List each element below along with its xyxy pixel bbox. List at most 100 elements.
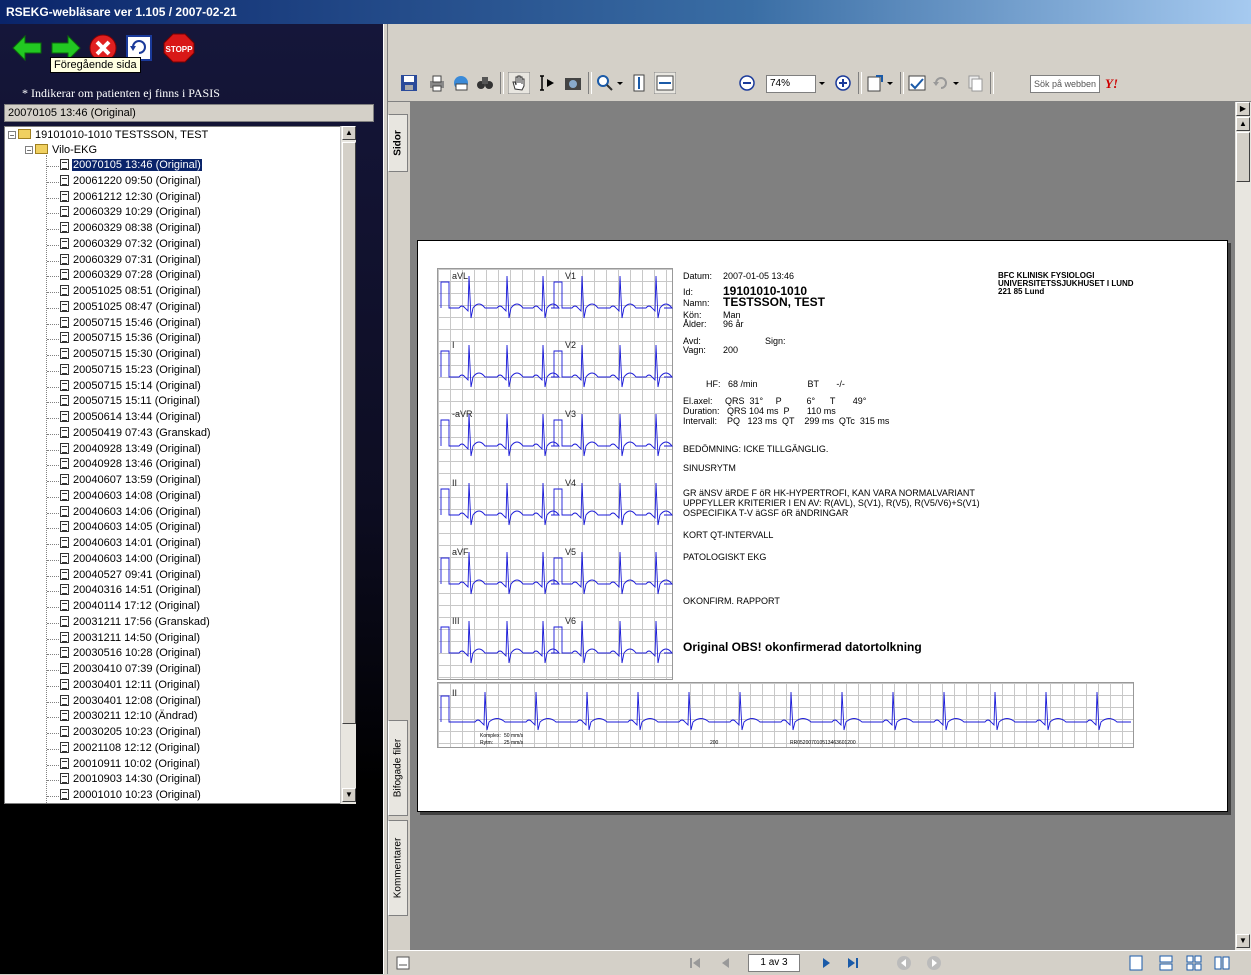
viewer-scrollbar[interactable]: ▶ ▲ ▼ (1235, 102, 1251, 950)
scroll-thumb[interactable] (1236, 132, 1250, 182)
tree-record-item[interactable]: 20060329 08:38 (Original) (60, 221, 202, 236)
forward-view-icon[interactable] (926, 955, 942, 971)
tree-record-item[interactable]: 20050715 15:14 (Original) (60, 379, 202, 394)
tree-record-item[interactable]: 20051025 08:47 (Original) (60, 300, 202, 315)
previous-page-icon[interactable] (718, 956, 732, 970)
tree-record-item[interactable]: 20030211 12:10 (Ändrad) (60, 709, 199, 724)
fit-width-icon[interactable] (654, 72, 676, 94)
tree-record-item[interactable]: 20010911 10:02 (Original) (60, 757, 201, 772)
tree-record-item[interactable]: 20061212 12:30 (Original) (60, 190, 202, 205)
bedomning-text: BEDÖMNING: ICKE TILLGÄNGLIG. (683, 444, 829, 454)
tree-record-item[interactable]: 20040928 13:49 (Original) (60, 442, 202, 457)
search-binoculars-icon[interactable] (476, 74, 494, 92)
chevron-down-icon[interactable] (886, 74, 894, 92)
tree-record-item[interactable]: 20050715 15:23 (Original) (60, 363, 202, 378)
tab-attachments[interactable]: Bifogade filer (388, 720, 408, 816)
tree-record-item[interactable]: 20060329 10:29 (Original) (60, 205, 202, 220)
tree-record-item[interactable]: 20050419 07:43 (Granskad) (60, 426, 212, 441)
tree-record-item[interactable]: 20040603 14:01 (Original) (60, 536, 202, 551)
spellcheck-icon[interactable] (908, 74, 926, 92)
web-search-input[interactable]: Sök på webben (1030, 75, 1100, 93)
tree-patient-node[interactable]: − 19101010-1010 TESTSSON, TEST (8, 128, 209, 143)
tree-record-item[interactable]: 20030516 10:28 (Original) (60, 646, 202, 661)
tree-record-item[interactable]: 20050715 15:30 (Original) (60, 347, 202, 362)
tree-record-item[interactable]: 20040928 13:46 (Original) (60, 457, 202, 472)
next-page-icon[interactable] (820, 956, 834, 970)
tree-record-item[interactable]: 20060329 07:31 (Original) (60, 253, 202, 268)
select-text-icon[interactable] (538, 74, 556, 92)
tree-connector (47, 496, 59, 498)
scroll-up-icon[interactable]: ▲ (1236, 117, 1250, 131)
tree-folder-node[interactable]: − Vilo-EKG (25, 143, 98, 158)
copy-icon[interactable] (966, 74, 984, 92)
scroll-down-icon[interactable]: ▼ (1236, 934, 1250, 948)
zoom-in-tool-icon[interactable] (596, 74, 614, 92)
tree-record-item[interactable]: 20040114 17:12 (Original) (60, 599, 201, 614)
collapse-icon[interactable]: − (8, 131, 16, 140)
yahoo-icon[interactable]: Y! (1104, 74, 1124, 92)
document-icon (60, 647, 69, 659)
tree-record-item[interactable]: 20050715 15:36 (Original) (60, 331, 202, 346)
first-page-icon[interactable] (688, 956, 702, 970)
continuous-icon[interactable] (1158, 955, 1174, 971)
tree-record-item[interactable]: 20070105 13:46 (Original) (60, 158, 203, 173)
last-page-icon[interactable] (846, 956, 860, 970)
tree-record-item[interactable]: 20050715 15:11 (Original) (60, 394, 201, 409)
tree-record-item[interactable]: 20040607 13:59 (Original) (60, 473, 202, 488)
tree-record-item[interactable]: 20050614 13:44 (Original) (60, 410, 202, 425)
tree-record-item[interactable]: 20040316 14:51 (Original) (60, 583, 202, 598)
record-tree[interactable]: −19101010-1010 TESTSSON, TEST − Vilo-EKG … (4, 126, 356, 804)
chevron-down-icon[interactable] (952, 74, 960, 92)
email-icon[interactable] (452, 74, 470, 92)
zoom-level-input[interactable]: 74% (766, 75, 816, 93)
tree-record-item[interactable]: 20061220 09:50 (Original) (60, 174, 202, 189)
tree-record-item[interactable]: 20021108 12:12 (Original) (60, 741, 201, 756)
rotate-icon[interactable] (866, 74, 884, 92)
tree-record-item[interactable]: 20031211 14:50 (Original) (60, 631, 201, 646)
tree-record-item[interactable]: 20040603 14:00 (Original) (60, 552, 202, 567)
print-icon[interactable] (428, 74, 446, 92)
zoom-in-icon[interactable] (834, 74, 852, 92)
back-arrow-icon[interactable] (11, 33, 43, 63)
tree-connector (47, 512, 59, 514)
scroll-down-icon[interactable]: ▼ (342, 788, 356, 802)
tab-comments[interactable]: Kommentarer (388, 820, 408, 916)
snapshot-icon[interactable] (564, 74, 582, 92)
scroll-thumb[interactable] (342, 142, 356, 724)
chevron-down-icon[interactable] (818, 74, 826, 92)
collapse-icon[interactable]: − (25, 146, 33, 155)
scroll-up-icon[interactable]: ▲ (342, 126, 356, 140)
tree-record-item[interactable]: 20030205 10:23 (Original) (60, 725, 202, 740)
facing-icon[interactable] (1186, 955, 1202, 971)
document-icon (60, 190, 69, 202)
undo-icon[interactable] (932, 74, 950, 92)
zoom-out-icon[interactable] (738, 74, 756, 92)
tree-record-item[interactable]: 20051025 08:51 (Original) (60, 284, 202, 299)
tree-scrollbar[interactable]: ▲ ▼ (340, 126, 356, 804)
page-layout-icon[interactable] (396, 956, 410, 970)
page-number-input[interactable]: 1 av 3 (748, 954, 800, 972)
tree-record-item[interactable]: 20010903 14:30 (Original) (60, 772, 202, 787)
tree-record-item[interactable]: 20001010 10:23 (Original) (60, 788, 202, 803)
tree-record-item[interactable]: 20030401 12:11 (Original) (60, 678, 201, 693)
tree-record-item[interactable]: 20060329 07:28 (Original) (60, 268, 202, 283)
tree-record-item[interactable]: 20050715 15:46 (Original) (60, 316, 202, 331)
expand-right-icon[interactable]: ▶ (1236, 102, 1250, 116)
tree-record-item[interactable]: 20040527 09:41 (Original) (60, 568, 202, 583)
tree-record-item[interactable]: 20040603 14:08 (Original) (60, 489, 202, 504)
hand-tool-icon[interactable] (508, 72, 530, 94)
save-icon[interactable] (400, 74, 418, 92)
chevron-down-icon[interactable] (616, 74, 624, 92)
tree-record-item[interactable]: 20040603 14:05 (Original) (60, 520, 202, 535)
tree-record-item[interactable]: 20031211 17:56 (Granskad) (60, 615, 211, 630)
tree-record-item[interactable]: 20060329 07:32 (Original) (60, 237, 202, 252)
back-view-icon[interactable] (896, 955, 912, 971)
tree-record-item[interactable]: 20030401 12:08 (Original) (60, 694, 202, 709)
continuous-facing-icon[interactable] (1214, 955, 1230, 971)
single-page-icon[interactable] (1128, 955, 1144, 971)
fit-page-icon[interactable] (630, 74, 648, 92)
tree-record-item[interactable]: 20040603 14:06 (Original) (60, 505, 202, 520)
stop-icon[interactable]: STOPP (163, 33, 195, 63)
tab-pages[interactable]: Sidor (388, 114, 408, 172)
tree-record-item[interactable]: 20030410 07:39 (Original) (60, 662, 202, 677)
